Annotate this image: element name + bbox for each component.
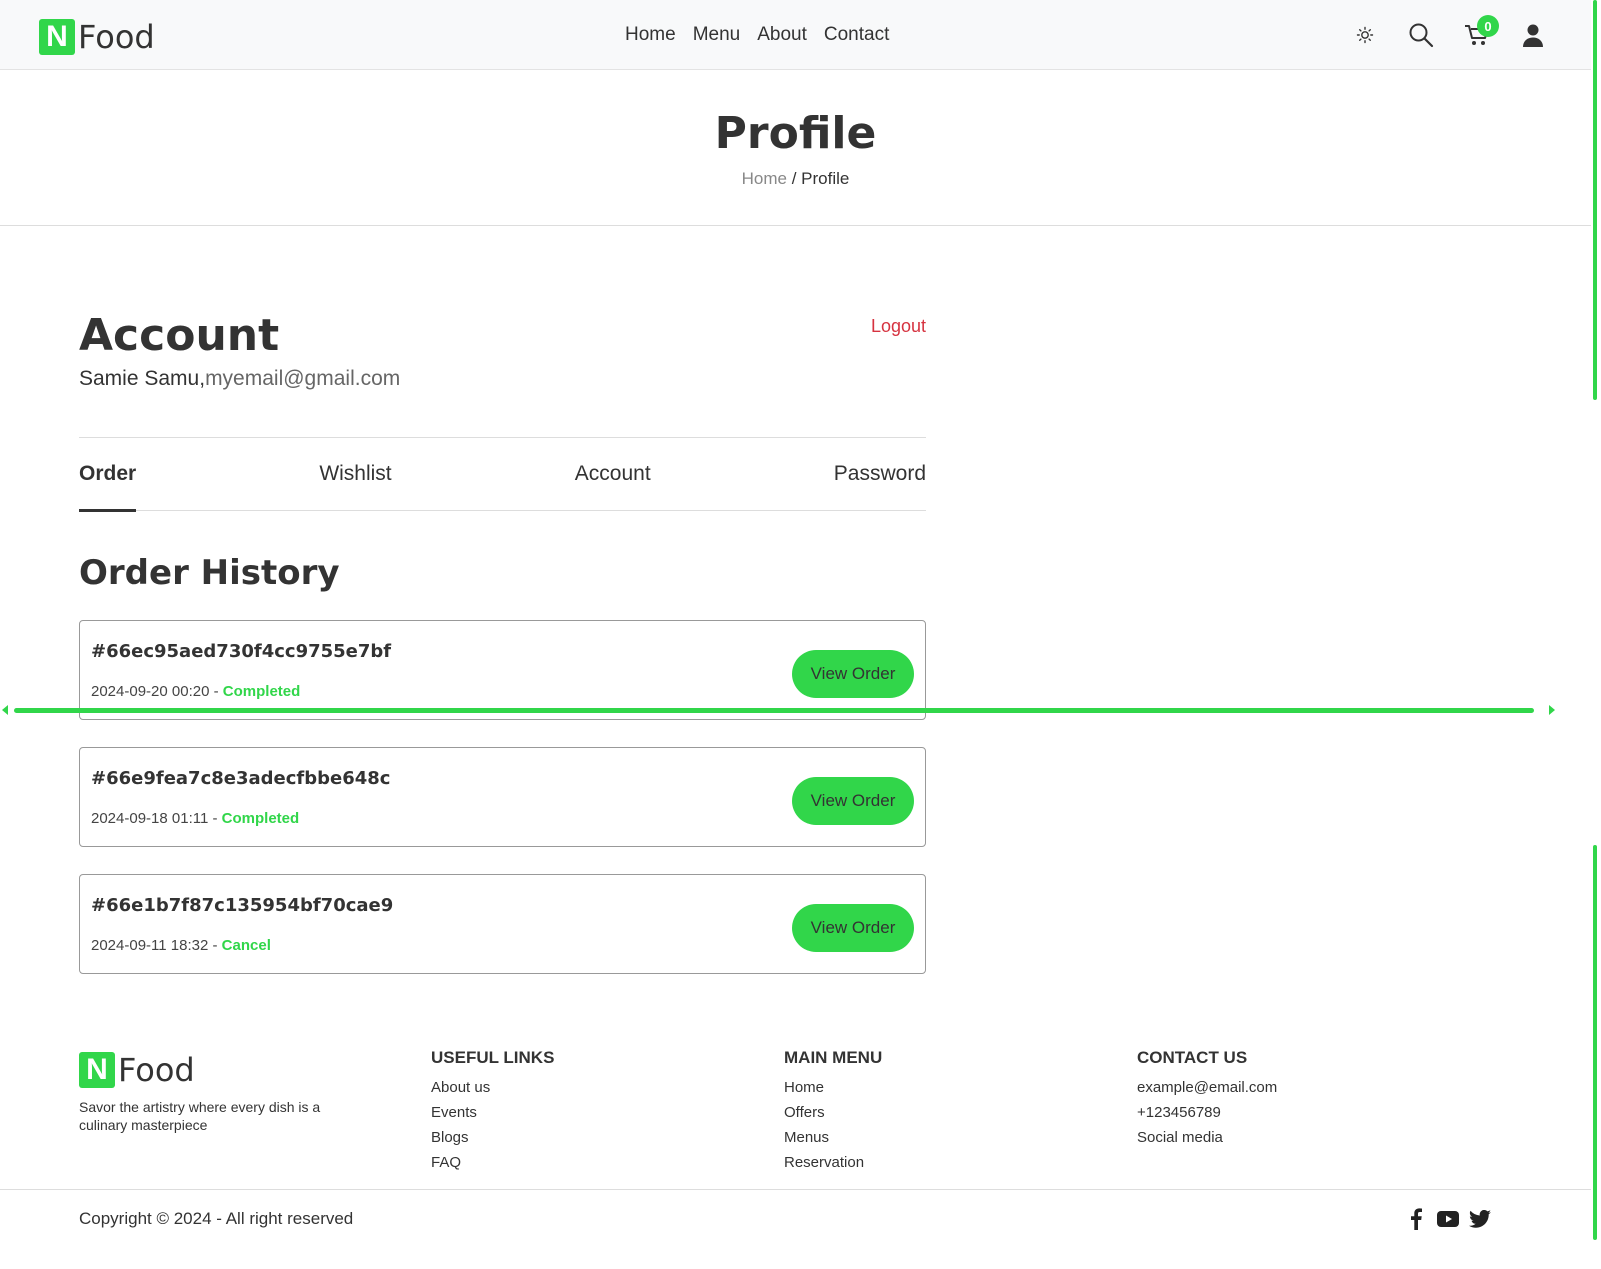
nav-link-home[interactable]: Home: [625, 24, 676, 46]
account-section: Account Logout Samie Samu,myemail@gmail.…: [79, 310, 926, 391]
breadcrumb-current: Profile: [801, 169, 850, 188]
order-meta-separator: -: [208, 937, 222, 954]
footer-link-home[interactable]: Home: [784, 1079, 882, 1096]
order-datetime: 2024-09-18 01:11: [91, 810, 209, 827]
scrollbar-thumb-top[interactable]: [1593, 0, 1597, 400]
order-status: Completed: [222, 683, 301, 700]
order-datetime: 2024-09-20 00:20: [91, 683, 210, 700]
facebook-icon[interactable]: [1405, 1208, 1427, 1230]
main-nav: Home Menu About Contact: [625, 24, 906, 46]
horizontal-scroll-indicator[interactable]: [14, 708, 1534, 713]
order-history-title: Order History: [79, 553, 340, 593]
footer-link-offers[interactable]: Offers: [784, 1104, 882, 1121]
navbar: N Food Home Menu About Contact 0: [0, 0, 1591, 70]
order-meta: 2024-09-11 18:32 - Cancel: [91, 937, 271, 954]
footer-link-about-us[interactable]: About us: [431, 1079, 554, 1096]
nav-link-about[interactable]: About: [757, 24, 807, 46]
order-status: Cancel: [221, 937, 271, 954]
breadcrumb-separator: /: [787, 169, 802, 188]
footer-link-faq[interactable]: FAQ: [431, 1154, 554, 1171]
sun-icon[interactable]: [1347, 17, 1383, 53]
tab-password[interactable]: Password: [834, 437, 926, 511]
footer-logo-text: Food: [118, 1051, 195, 1089]
scroll-right-arrow[interactable]: [1549, 705, 1555, 715]
nav-link-contact[interactable]: Contact: [824, 24, 889, 46]
tab-account[interactable]: Account: [575, 437, 651, 511]
footer-link-blogs[interactable]: Blogs: [431, 1129, 554, 1146]
search-icon[interactable]: [1403, 17, 1439, 53]
footer-link-events[interactable]: Events: [431, 1104, 554, 1121]
order-meta-separator: -: [208, 810, 222, 827]
order-status: Completed: [221, 810, 300, 827]
scroll-left-arrow[interactable]: [2, 705, 8, 715]
footer-logo-badge: N: [79, 1052, 115, 1088]
logout-link[interactable]: Logout: [871, 316, 926, 337]
order-meta: 2024-09-20 00:20 - Completed: [91, 683, 300, 700]
scrollbar-thumb-bottom[interactable]: [1593, 845, 1597, 1240]
footer-description: Savor the artistry where every dish is a…: [79, 1099, 321, 1133]
user-info: Samie Samu,myemail@gmail.com: [79, 367, 926, 391]
order-card: #66ec95aed730f4cc9755e7bf 2024-09-20 00:…: [79, 620, 926, 720]
nav-link-menu[interactable]: Menu: [693, 24, 741, 46]
order-datetime: 2024-09-11 18:32: [91, 937, 209, 954]
footer-logo[interactable]: N Food: [79, 1051, 195, 1089]
order-id: #66e1b7f87c135954bf70cae9: [91, 895, 394, 916]
footer-contact-phone: +123456789: [1137, 1104, 1221, 1121]
user-icon[interactable]: [1515, 17, 1551, 53]
footer-link-menus[interactable]: Menus: [784, 1129, 882, 1146]
footer-main-menu-title: MAIN MENU: [784, 1048, 883, 1067]
logo-text: Food: [78, 18, 155, 56]
nav-icons: 0: [1327, 15, 1551, 53]
breadcrumb: Home / Profile: [0, 169, 1591, 189]
copyright: Copyright © 2024 - All right reserved: [79, 1209, 354, 1228]
footer-contact: CONTACT US example@email.com +123456789 …: [1137, 1048, 1277, 1154]
tab-order[interactable]: Order: [79, 437, 137, 512]
footer-useful-links: USEFUL LINKS About us Events Blogs FAQ: [431, 1048, 554, 1179]
footer-link-reservation[interactable]: Reservation: [784, 1154, 882, 1171]
user-name: Samie Samu,: [79, 367, 206, 390]
profile-tabs: Order Wishlist Account Password: [79, 437, 926, 512]
tab-wishlist[interactable]: Wishlist: [319, 437, 391, 511]
twitter-icon[interactable]: [1469, 1208, 1491, 1230]
user-email: myemail@gmail.com: [205, 367, 401, 390]
footer-contact-social: Social media: [1137, 1129, 1223, 1146]
logo-badge: N: [39, 19, 75, 55]
youtube-icon[interactable]: [1437, 1208, 1459, 1230]
footer-main-menu: MAIN MENU Home Offers Menus Reservation: [784, 1048, 882, 1179]
social-links: [1405, 1208, 1491, 1230]
page-title: Profile: [714, 108, 877, 159]
breadcrumb-home[interactable]: Home: [742, 169, 787, 188]
view-order-button[interactable]: View Order: [792, 777, 914, 825]
page-header: Profile Home / Profile: [0, 70, 1591, 226]
order-card: #66e1b7f87c135954bf70cae9 2024-09-11 18:…: [79, 874, 926, 974]
cart-count-badge: 0: [1477, 15, 1499, 37]
footer-contact-email: example@email.com: [1137, 1079, 1278, 1096]
view-order-button[interactable]: View Order: [792, 904, 914, 952]
account-title: Account: [79, 310, 280, 361]
order-id: #66ec95aed730f4cc9755e7bf: [91, 641, 392, 662]
cart-icon[interactable]: 0: [1459, 15, 1499, 53]
order-meta: 2024-09-18 01:11 - Completed: [91, 810, 299, 827]
footer-contact-title: CONTACT US: [1137, 1048, 1248, 1067]
order-id: #66e9fea7c8e3adecfbbe648c: [91, 768, 391, 789]
footer-bottom: Copyright © 2024 - All right reserved: [0, 1189, 1591, 1249]
order-card: #66e9fea7c8e3adecfbbe648c 2024-09-18 01:…: [79, 747, 926, 847]
logo[interactable]: N Food: [39, 18, 155, 56]
footer-useful-links-title: USEFUL LINKS: [431, 1048, 555, 1067]
order-meta-separator: -: [209, 683, 223, 700]
view-order-button[interactable]: View Order: [792, 650, 914, 698]
